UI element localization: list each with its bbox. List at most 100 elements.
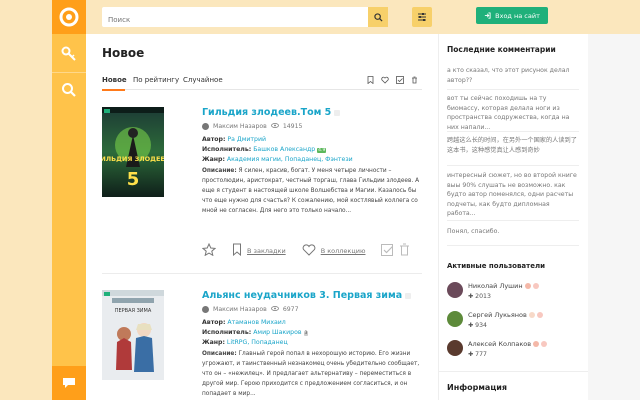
author-link[interactable]: Ра Дмитрий [227,136,266,143]
user-name[interactable]: Николай Лушин [468,282,523,290]
book-performer-line: Исполнитель: Башков Александр 4.9 [202,146,424,153]
collection-button[interactable]: В коллекцию [321,247,366,255]
book-title-text[interactable]: Альянс неудачников 3. Первая зима [202,290,402,301]
bookmark-button[interactable]: В закладки [247,247,286,255]
uploader-name[interactable]: Максим Назаров [213,123,267,130]
info-title: Информация [447,383,507,392]
chat-button[interactable] [52,366,86,400]
user-avatar [447,340,463,356]
rail-search-button[interactable] [52,72,86,108]
active-users-title: Активные пользователи [447,262,545,270]
tab-new[interactable]: Новое [102,76,127,84]
login-icon [485,12,491,19]
book-meta: Максим Назаров 14915 [202,123,424,130]
book-author-line: Автор: Атаманов Михаил [202,319,424,326]
view-count: 6977 [282,306,299,313]
author-link[interactable]: Атаманов Михаил [227,319,285,326]
cover-number: 5 [127,169,140,190]
page-margin [588,34,640,400]
book-actions: В закладки В коллекцию [201,242,410,258]
header: Вход на сайт [86,0,640,34]
comment-item[interactable]: Понял, спасибо. [447,227,579,237]
performer-rating-badge: 3 [303,331,309,336]
tabs-bar: Новое По рейтингу Случайное [102,76,422,91]
comment-item[interactable]: вот ты сейчас походишь на ту биомассу, к… [447,94,579,132]
login-button[interactable]: Вход на сайт [476,7,548,24]
search-icon [62,83,76,97]
active-user[interactable]: Николай Лушин ✚ 2013 [447,282,539,300]
description-label: Описание: [202,168,237,174]
eye-icon [270,306,279,313]
user-name[interactable]: Алексей Колпаков [468,340,531,348]
user-name[interactable]: Сергей Лукьянов [468,311,527,319]
book-title[interactable]: Альянс неудачников 3. Первая зима [202,290,424,301]
active-user[interactable]: Алексей Колпаков ✚ 777 [447,340,548,358]
performer-link[interactable]: Амир Шакиров [253,329,301,336]
user-avatar [447,311,463,327]
cover-title: ПЕРВАЯ ЗИМА [115,308,152,314]
book-description: Описание: Главный герой попал в нехорошу… [202,349,424,399]
page-title: Новое [102,46,145,60]
login-label: Вход на сайт [495,11,540,20]
comment-separator [447,89,579,90]
eye-icon [270,123,279,130]
tab-filter-icons [367,76,418,86]
key-icon [61,46,76,61]
book-genre-line: Жанр: LitRPG, Попаданец [202,339,424,346]
badge-icon [524,283,531,289]
badge-icon [528,312,535,318]
search-button[interactable] [368,7,388,27]
active-tab-underline [102,89,125,91]
filter-button[interactable] [412,7,432,27]
book-info: Альянс неудачников 3. Первая зима Максим… [202,290,424,399]
performer-label: Исполнитель: [202,146,252,153]
description-text: Главный герой попал в нехорошую историю.… [202,351,420,397]
keys-button[interactable] [52,36,86,72]
site-logo[interactable] [52,0,86,34]
uploader-name[interactable]: Максим Назаров [213,306,267,313]
search-input[interactable] [102,10,362,30]
search-box [102,7,388,30]
description-text: Я силен, красив, богат. У меня четыре ли… [202,168,420,214]
user-avatar-icon [202,306,209,313]
info-badge [405,292,412,299]
bookmark-filter-icon[interactable] [367,76,374,86]
badge-icon [536,312,543,318]
bookmark-icon[interactable] [232,243,242,258]
user-points: 777 [475,351,487,358]
heart-filter-icon[interactable] [381,76,389,86]
book-performer-line: Исполнитель: Амир Шакиров 3 [202,329,424,336]
performer-link[interactable]: Башков Александр [253,146,315,153]
genre-links[interactable]: Академия магии, Попаданец, Фэнтези [227,156,353,163]
book-info: Гильдия злодеев.Том 5 Максим Назаров 149… [202,107,424,216]
book-cover[interactable]: ГИЛЬДИЯ ЗЛОДЕЕВ 5 [96,107,170,197]
trash-filter-icon[interactable] [411,76,418,86]
book-title-text[interactable]: Гильдия злодеев.Том 5 [202,107,331,118]
trash-icon[interactable] [399,243,410,258]
sliders-icon [418,13,426,21]
badge-icon [532,283,539,289]
heart-icon[interactable] [302,243,316,258]
genre-links[interactable]: LitRPG, Попаданец [227,339,288,346]
comment-separator [447,131,579,132]
comment-item[interactable]: интересный сюжет, но во второй книге выы… [447,171,579,219]
star-icon[interactable] [201,242,217,258]
check-filter-icon[interactable] [396,76,404,86]
check-icon[interactable] [381,243,394,258]
performer-label: Исполнитель: [202,329,252,336]
search-icon [373,12,383,22]
user-points: 2013 [475,293,491,300]
section-separator [439,371,589,372]
tab-random[interactable]: Случайное [183,76,223,84]
logo-icon [59,7,79,27]
comment-item[interactable]: 跨越这么长的时间，在另外一个国家的人读到了这本书，这种感觉真让人感到奇妙 [447,136,579,155]
comment-item[interactable]: а кто сказал, что этот рисунок делал авт… [447,66,579,85]
chat-icon [63,378,75,388]
active-user[interactable]: Сергей Лукьянов ✚ 934 [447,311,543,329]
genre-label: Жанр: [202,339,225,346]
book-cover[interactable]: ПЕРВАЯ ЗИМА [102,290,164,380]
view-count: 14915 [282,123,303,130]
book-title[interactable]: Гильдия злодеев.Том 5 [202,107,424,118]
tab-rating[interactable]: По рейтингу [133,76,179,84]
comment-separator [447,220,579,221]
